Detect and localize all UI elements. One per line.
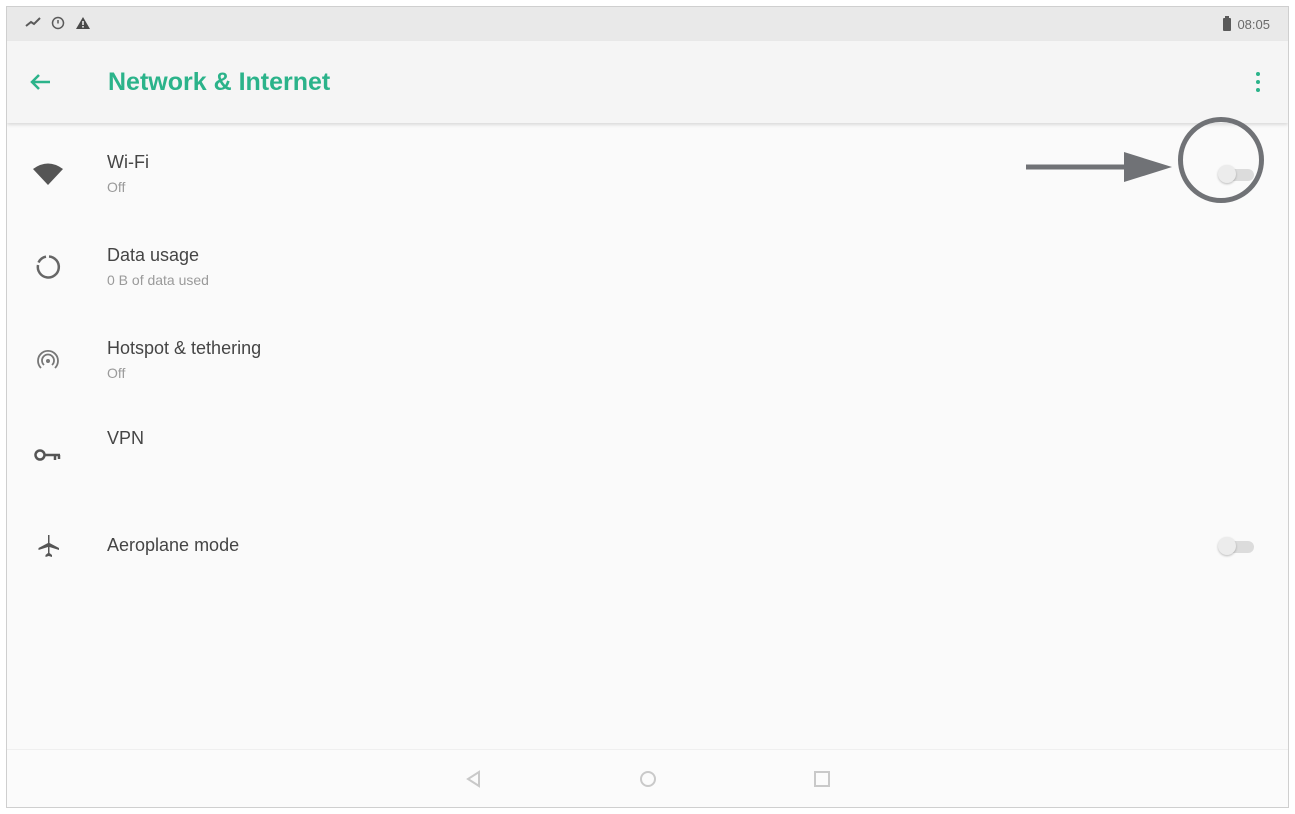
page-title: Network & Internet: [108, 67, 331, 96]
settings-list: Wi-Fi Off Data usage 0 B of data used Ho…: [7, 127, 1288, 592]
setting-title: Data usage: [107, 245, 200, 265]
warning-icon: [75, 16, 91, 33]
vpn-key-icon: [7, 443, 89, 463]
setting-title: Hotspot & tethering: [107, 338, 262, 358]
status-right: 08:05: [1223, 15, 1270, 32]
back-button[interactable]: [7, 41, 73, 123]
setting-title: Wi-Fi: [107, 152, 149, 172]
setting-hotspot[interactable]: Hotspot & tethering Off: [7, 313, 1288, 406]
setting-title: VPN: [107, 428, 145, 448]
setting-title: Aeroplane mode: [107, 535, 240, 555]
navigation-bar: [7, 749, 1288, 807]
setting-vpn[interactable]: VPN: [7, 406, 1288, 499]
back-arrow-icon: [30, 74, 50, 90]
back-nav-icon[interactable]: [462, 767, 486, 791]
setting-data-usage[interactable]: Data usage 0 B of data used: [7, 220, 1288, 313]
setting-subtitle: Off: [107, 179, 126, 195]
annotation-arrow: [1026, 152, 1172, 182]
wifi-icon: [7, 162, 89, 186]
device-screen: 08:05 Network & Internet Wi-Fi Off Data …: [6, 6, 1289, 808]
recents-nav-icon[interactable]: [810, 767, 834, 791]
data-usage-icon: [7, 254, 89, 280]
overflow-menu-button[interactable]: [1248, 62, 1268, 102]
setting-subtitle: Off: [107, 365, 126, 381]
alarm-icon: [51, 16, 65, 33]
status-icons: [25, 16, 91, 33]
battery-icon: [1223, 15, 1232, 31]
home-nav-icon[interactable]: [636, 767, 660, 791]
annotation-circle: [1178, 117, 1264, 203]
overflow-menu-icon: [1256, 72, 1260, 76]
app-bar: Network & Internet: [7, 41, 1288, 123]
status-bar: 08:05: [7, 7, 1288, 41]
setting-aeroplane-mode[interactable]: Aeroplane mode: [7, 499, 1288, 592]
clock: 08:05: [1237, 16, 1270, 32]
data-saver-icon: [25, 16, 41, 33]
airplane-icon: [7, 533, 89, 559]
hotspot-icon: [7, 347, 89, 373]
setting-subtitle: 0 B of data used: [107, 272, 209, 288]
aeroplane-mode-toggle[interactable]: [1218, 536, 1256, 555]
